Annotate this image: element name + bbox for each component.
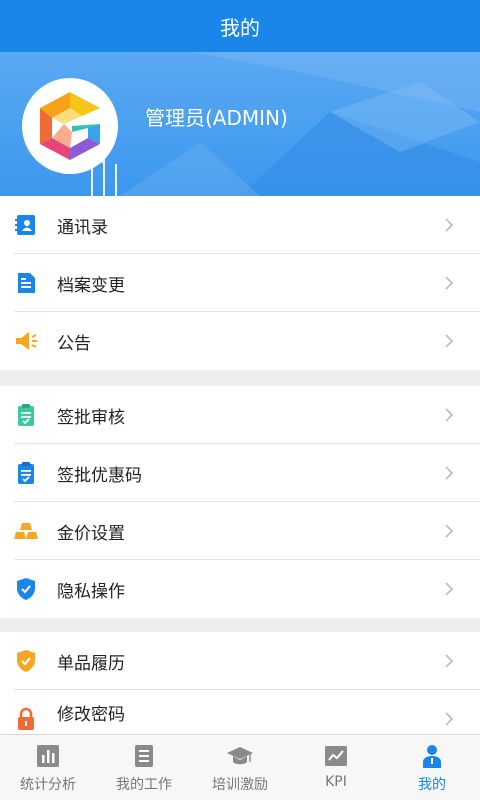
person-icon (423, 745, 441, 768)
graduation-cap-icon (227, 747, 253, 765)
chevron-right-icon (445, 276, 454, 290)
megaphone-icon (16, 332, 37, 350)
chevron-right-icon (445, 524, 454, 538)
line-chart-icon (325, 746, 347, 766)
chevron-right-icon (445, 218, 454, 232)
menu-item-label: 档案变更 (57, 275, 125, 296)
tab-label: 培训激励 (212, 777, 268, 793)
page-title: 我的 (220, 15, 260, 40)
menu-item-label: 签批审核 (57, 407, 125, 428)
chevron-right-icon (445, 466, 454, 480)
gold-bars-icon (14, 523, 38, 539)
chevron-right-icon (445, 334, 454, 348)
menu-item-product-history[interactable]: 单品履历 (0, 632, 480, 690)
tab-my-work[interactable]: 我的工作 (96, 735, 192, 800)
app-logo-icon (40, 92, 100, 160)
menu-item-profile-change[interactable]: 档案变更 (0, 254, 480, 312)
tab-label: 统计分析 (20, 777, 76, 793)
menu-item-announcement[interactable]: 公告 (0, 312, 480, 370)
tab-label: 我的 (418, 777, 446, 793)
menu-item-approval-review[interactable]: 签批审核 (0, 386, 480, 444)
menu-item-change-password[interactable]: 修改密码 (0, 690, 480, 734)
tab-training[interactable]: 培训激励 (192, 735, 288, 800)
lock-icon (18, 707, 34, 730)
chevron-right-icon (445, 408, 454, 422)
chevron-right-icon (445, 654, 454, 668)
menu-item-label: 金价设置 (57, 523, 125, 544)
tab-label: 我的工作 (116, 777, 172, 793)
menu-group: 单品履历 修改密码 (0, 632, 480, 734)
menu-item-label: 公告 (57, 333, 91, 354)
profile-banner[interactable]: 管理员(ADMIN) (0, 52, 480, 196)
title-bar: 我的 (0, 0, 480, 52)
bottom-tab-bar: 统计分析 我的工作 培训激励 KPI 我的 (0, 734, 480, 800)
menu-item-label: 签批优惠码 (57, 465, 142, 486)
user-name: 管理员(ADMIN) (145, 106, 288, 130)
menu-item-label: 通讯录 (57, 217, 108, 238)
shield-check-icon (17, 650, 35, 672)
clipboard-icon (18, 404, 34, 426)
menu-group: 签批审核 签批优惠码 金价设置 隐私操作 (0, 386, 480, 618)
tab-statistics[interactable]: 统计分析 (0, 735, 96, 800)
list-icon (135, 745, 153, 767)
document-icon (18, 273, 35, 293)
shield-check-icon (17, 578, 35, 600)
menu-item-approval-coupon[interactable]: 签批优惠码 (0, 444, 480, 502)
chevron-right-icon (445, 712, 454, 726)
tab-label: KPI (325, 774, 347, 790)
tab-kpi[interactable]: KPI (288, 735, 384, 800)
contacts-icon (15, 215, 35, 235)
menu-item-label: 修改密码 (57, 704, 125, 725)
menu-item-label: 隐私操作 (57, 581, 125, 602)
menu-item-contacts[interactable]: 通讯录 (0, 196, 480, 254)
menu-item-gold-price[interactable]: 金价设置 (0, 502, 480, 560)
tab-mine[interactable]: 我的 (384, 735, 480, 800)
bar-chart-icon (37, 745, 59, 767)
menu-item-label: 单品履历 (57, 653, 125, 674)
menu-group: 通讯录 档案变更 公告 (0, 196, 480, 370)
chevron-right-icon (445, 582, 454, 596)
avatar[interactable] (22, 78, 118, 174)
menu-item-privacy[interactable]: 隐私操作 (0, 560, 480, 618)
clipboard-icon (18, 462, 34, 484)
